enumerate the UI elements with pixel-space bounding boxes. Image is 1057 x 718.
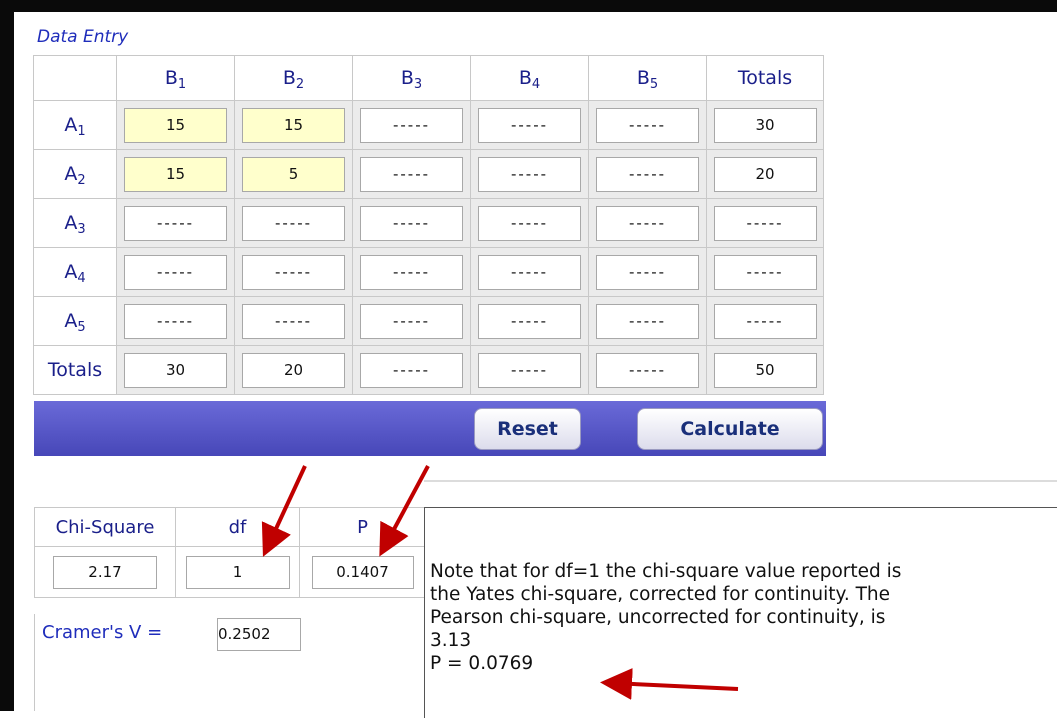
arrow-to-pearson-p	[600, 667, 739, 700]
arrow-to-df	[261, 465, 307, 557]
arrow-to-p	[379, 465, 430, 557]
annotation-arrows	[261, 465, 739, 700]
